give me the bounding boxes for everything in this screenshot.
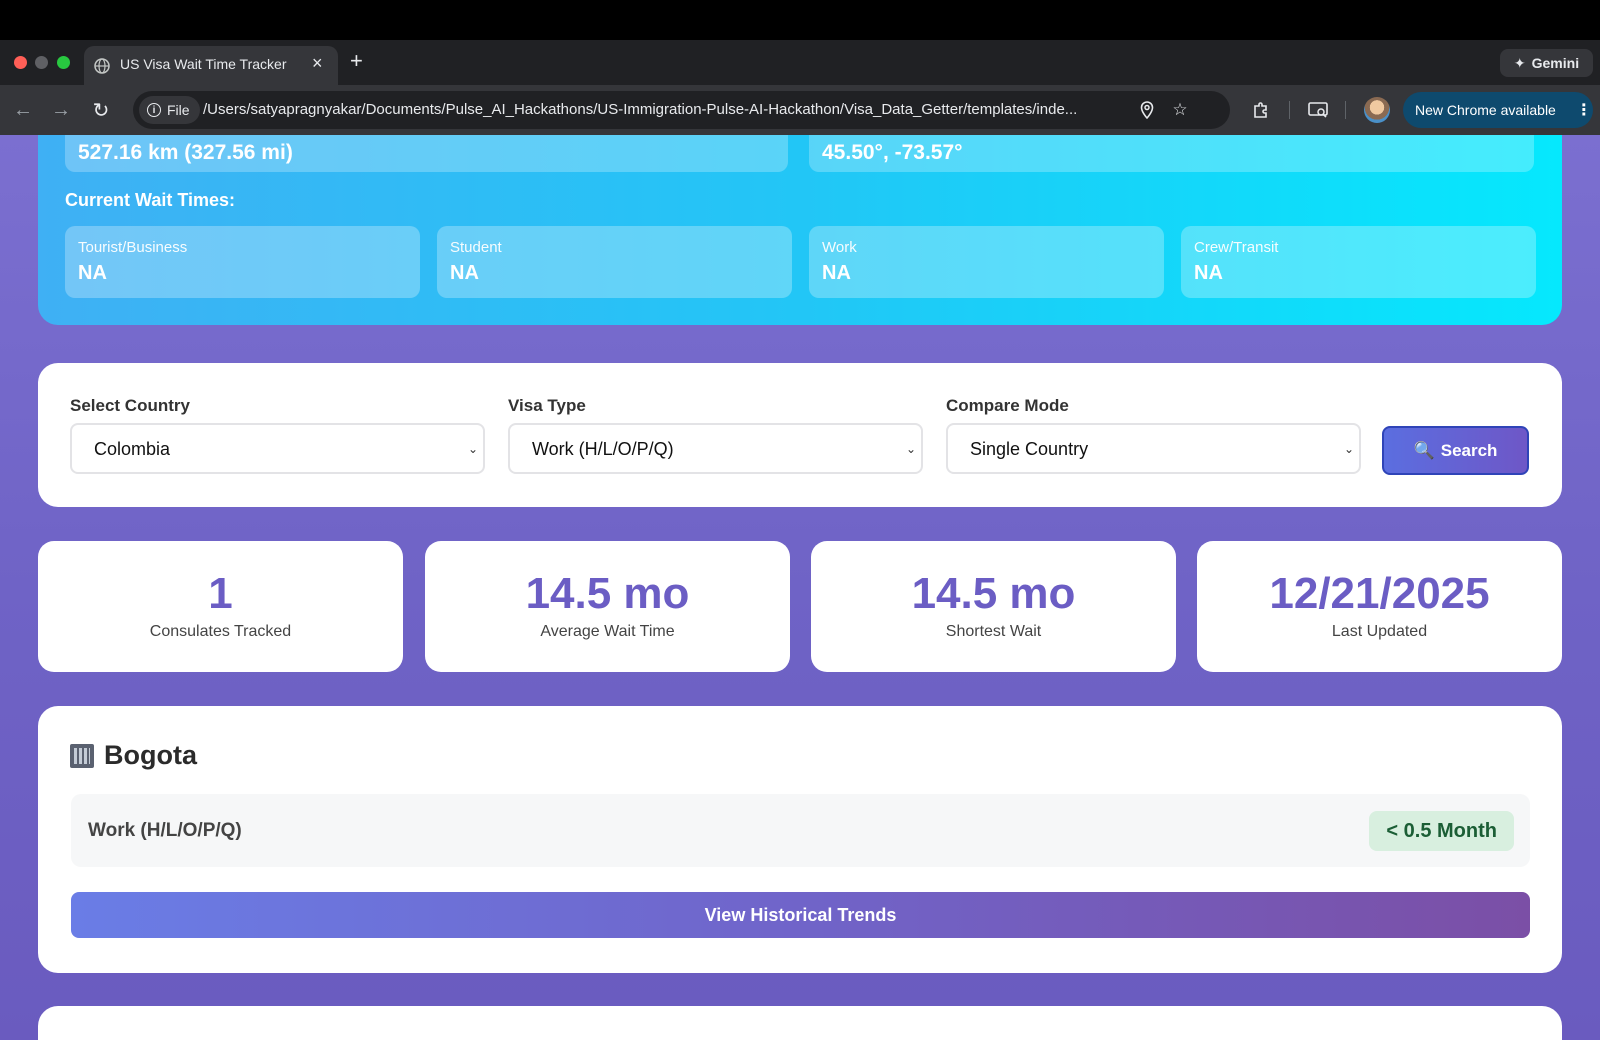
consulate-city: Bogota — [104, 740, 197, 770]
wait-card-label: Work — [822, 239, 857, 256]
office-building-icon — [70, 743, 94, 768]
update-label: New Chrome available — [1415, 102, 1556, 118]
wait-card-work: Work NA — [809, 226, 1164, 298]
wait-card-value: NA — [822, 262, 851, 284]
tab-title: US Visa Wait Time Tracker — [120, 56, 287, 72]
country-select-value: Colombia — [94, 439, 171, 459]
chevron-down-icon: ⌄ — [467, 442, 478, 456]
bookmark-star-icon[interactable]: ☆ — [1169, 99, 1191, 121]
location-pin-icon[interactable] — [1136, 99, 1158, 121]
stat-value: 1 — [208, 569, 233, 618]
visa-type-label: Visa Type — [508, 396, 586, 415]
stat-caption: Consulates Tracked — [149, 623, 292, 640]
stat-card-consulates: 1 Consulates Tracked — [38, 541, 403, 672]
wait-card-value: NA — [1194, 262, 1223, 284]
search-button-label: Search — [1440, 440, 1498, 460]
wait-card-crew-transit: Crew/Transit NA — [1181, 226, 1536, 298]
country-label: Select Country — [70, 396, 190, 415]
stat-card-average-wait: 14.5 mo Average Wait Time — [425, 541, 790, 672]
browser-toolbar: ← → ↻ i File /Users/satyapragnyakar/Docu… — [0, 85, 1600, 135]
stat-card-last-updated: 12/21/2025 Last Updated — [1197, 541, 1562, 672]
visa-wait-row: Work (H/L/O/P/Q) < 0.5 Month — [71, 794, 1530, 867]
visa-type-select[interactable]: Work (H/L/O/P/Q) ⌄ — [508, 423, 923, 474]
toolbar-divider — [1345, 101, 1346, 119]
compare-mode-label: Compare Mode — [946, 396, 1069, 415]
location-info-panel: 527.16 km (327.56 mi) 45.50°, -73.57° Cu… — [38, 135, 1562, 325]
url-text[interactable]: /Users/satyapragnyakar/Documents/Pulse_A… — [203, 101, 1143, 118]
extensions-icon[interactable] — [1248, 97, 1274, 123]
view-historical-trends-button[interactable]: View Historical Trends — [71, 892, 1530, 938]
distance-value: 527.16 km (327.56 mi) — [78, 141, 293, 164]
minimize-window-button[interactable] — [35, 56, 48, 69]
address-bar[interactable]: i File /Users/satyapragnyakar/Documents/… — [133, 91, 1230, 129]
reload-icon[interactable]: ↻ — [88, 97, 114, 123]
consulate-title: Bogota — [70, 740, 197, 771]
visa-type-select-value: Work (H/L/O/P/Q) — [532, 439, 674, 459]
magnifier-icon: 🔍 — [1413, 440, 1435, 460]
wait-time-badge: < 0.5 Month — [1369, 811, 1514, 851]
file-chip-label: File — [167, 102, 190, 118]
update-chrome-button[interactable]: New Chrome available ⋮ — [1403, 92, 1593, 128]
more-menu-icon[interactable]: ⋮ — [1576, 100, 1592, 120]
gemini-button[interactable]: ✦ Gemini — [1500, 49, 1593, 77]
screen-top-bar — [0, 0, 1600, 40]
wait-card-tourist: Tourist/Business NA — [65, 226, 420, 298]
profile-avatar[interactable] — [1364, 97, 1390, 123]
search-filters-panel: Select Country Colombia ⌄ Visa Type Work… — [38, 363, 1562, 507]
new-tab-button[interactable]: + — [350, 48, 363, 74]
forward-arrow-icon[interactable]: → — [48, 97, 74, 123]
compare-mode-select-value: Single Country — [970, 439, 1089, 459]
globe-icon — [94, 58, 110, 74]
gemini-label: Gemini — [1531, 55, 1580, 71]
stat-caption: Last Updated — [1331, 623, 1428, 640]
stat-caption: Shortest Wait — [945, 623, 1042, 640]
page-viewport: 527.16 km (327.56 mi) 45.50°, -73.57° Cu… — [0, 135, 1600, 1040]
chevron-down-icon: ⌄ — [905, 442, 916, 456]
search-button[interactable]: 🔍 Search — [1382, 426, 1529, 475]
wait-times-heading: Current Wait Times: — [65, 190, 236, 210]
wait-card-value: NA — [78, 262, 107, 284]
close-tab-icon[interactable]: × — [312, 53, 323, 74]
wait-card-label: Tourist/Business — [78, 239, 188, 256]
wait-card-label: Student — [450, 239, 502, 256]
close-window-button[interactable] — [14, 56, 27, 69]
chevron-down-icon: ⌄ — [1343, 442, 1354, 456]
stat-card-shortest-wait: 14.5 mo Shortest Wait — [811, 541, 1176, 672]
back-arrow-icon[interactable]: ← — [10, 97, 36, 123]
cast-icon[interactable] — [1305, 97, 1331, 123]
stat-value: 12/21/2025 — [1269, 569, 1490, 618]
visa-row-type: Work (H/L/O/P/Q) — [88, 820, 242, 841]
browser-tab[interactable]: US Visa Wait Time Tracker × — [84, 46, 338, 85]
wait-card-value: NA — [450, 262, 479, 284]
wait-card-student: Student NA — [437, 226, 792, 298]
stat-value: 14.5 mo — [911, 569, 1076, 618]
wait-card-label: Crew/Transit — [1194, 239, 1279, 256]
toolbar-divider — [1289, 101, 1290, 119]
stat-value: 14.5 mo — [525, 569, 690, 618]
coordinates-box: 45.50°, -73.57° — [809, 135, 1534, 172]
compare-mode-select[interactable]: Single Country ⌄ — [946, 423, 1361, 474]
info-icon: i — [147, 103, 161, 117]
maximize-window-button[interactable] — [57, 56, 70, 69]
consulate-card: Bogota Work (H/L/O/P/Q) < 0.5 Month View… — [38, 706, 1562, 973]
sparkle-icon: ✦ — [1513, 54, 1526, 71]
next-content-card — [38, 1006, 1562, 1040]
site-info-chip[interactable]: i File — [139, 96, 200, 124]
country-select[interactable]: Colombia ⌄ — [70, 423, 485, 474]
distance-box: 527.16 km (327.56 mi) — [65, 135, 788, 172]
stat-caption: Average Wait Time — [540, 623, 675, 640]
coordinates-value: 45.50°, -73.57° — [822, 141, 963, 164]
